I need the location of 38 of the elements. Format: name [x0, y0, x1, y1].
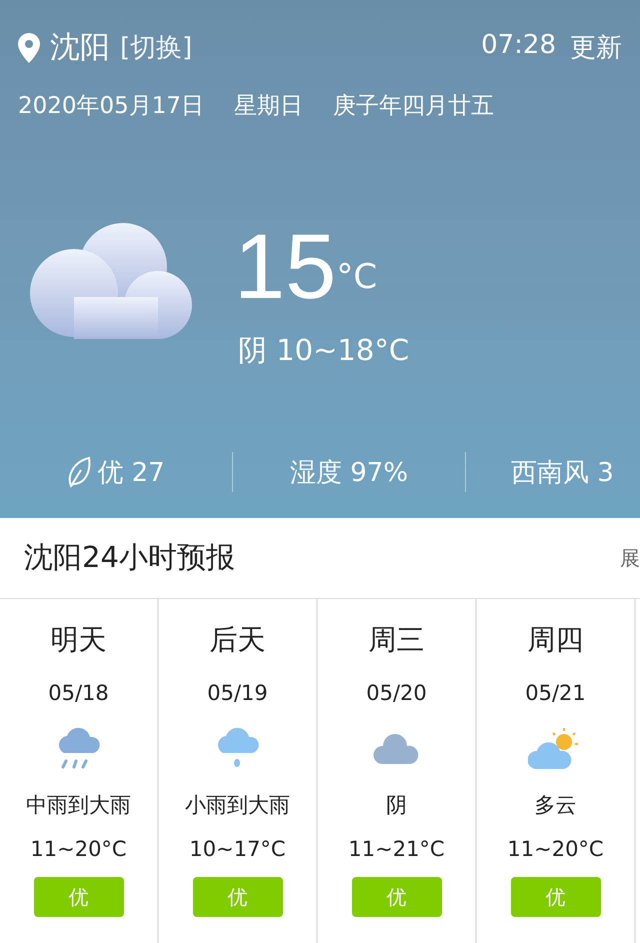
date-label: 05/21: [525, 681, 586, 705]
weather-summary: 阴 10~18°C: [238, 332, 410, 369]
temperature-range: 11~21°C: [348, 837, 445, 861]
location-pin-icon: [18, 32, 40, 62]
stat-text: 优 27: [97, 456, 165, 490]
weather-description: 多云: [534, 792, 576, 819]
cloud-icon: [28, 221, 194, 341]
air-quality-badge: 优: [34, 877, 124, 917]
date-label: 05/18: [48, 681, 109, 705]
expand-link[interactable]: 展: [620, 544, 640, 572]
temperature-range: 10~17°C: [189, 837, 286, 861]
lunar-date-text: 庚子年四月廿五: [333, 92, 494, 121]
day-label: 周四: [528, 622, 584, 658]
temperature-range: 11~20°C: [507, 837, 604, 861]
switch-city-link[interactable]: [切换]: [120, 30, 192, 65]
stat-text: 湿度 97%: [290, 456, 408, 490]
date-label: 05/19: [207, 681, 268, 705]
refresh-link[interactable]: 更新: [570, 30, 622, 65]
update-time: 07:28: [481, 30, 556, 62]
weekday-text: 星期日: [234, 92, 304, 121]
air-quality-badge: 优: [192, 877, 282, 917]
day-label: 后天: [210, 622, 266, 658]
weather-description: 小雨到大雨: [185, 792, 290, 819]
current-temperature: 15: [234, 221, 336, 313]
weather-description: 中雨到大雨: [26, 792, 131, 819]
stat-text: 西南风 3: [511, 456, 614, 490]
temperature-unit: °C: [336, 257, 378, 297]
day-label: 周三: [368, 622, 424, 658]
air-quality-badge: 优: [510, 877, 600, 917]
date-label: 05/20: [366, 681, 427, 705]
city-name: 沈阳: [50, 29, 110, 67]
weather-description: 阴: [386, 792, 407, 819]
day-label: 明天: [50, 622, 106, 658]
forecast-title: 沈阳24小时预报: [24, 539, 235, 576]
temperature-range: 11~20°C: [30, 837, 127, 861]
leaf-icon: [67, 456, 92, 488]
air-quality-badge: 优: [352, 877, 442, 917]
date-text: 2020年05月17日: [18, 92, 204, 121]
